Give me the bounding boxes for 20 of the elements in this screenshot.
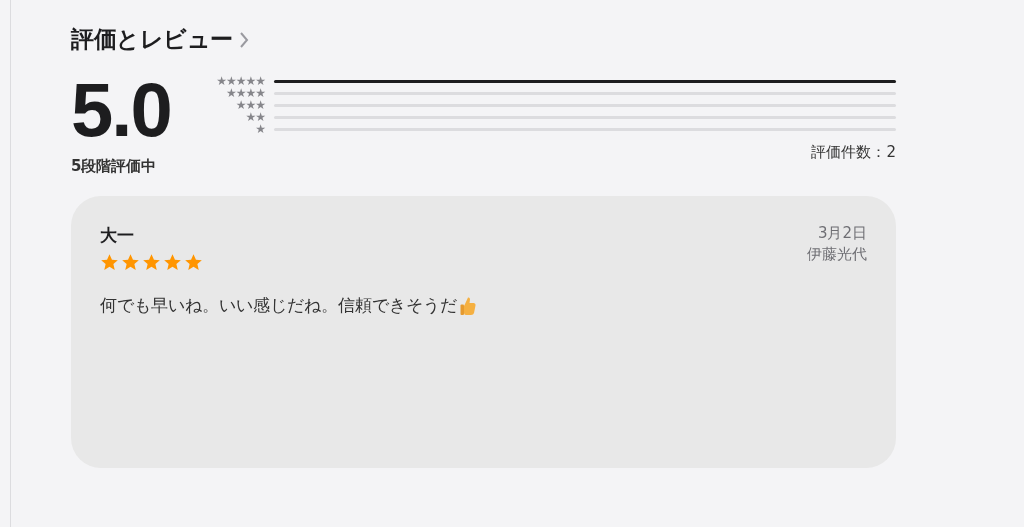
review-title: 大一 [100, 224, 135, 247]
review-author: 伊藤光代 [807, 245, 867, 264]
star-icon [121, 253, 140, 272]
scale-label: 5段階評価中 [71, 157, 158, 176]
star-level-label: ★ [255, 123, 265, 135]
review-date: 3月2日 [817, 224, 867, 243]
average-score: 5.0 [71, 75, 172, 145]
star-icon [100, 253, 119, 272]
review-text: 何でも早いね。いい感じだね。信頼できそうだ [100, 294, 457, 317]
rating-count: 評価件数：2 [811, 143, 896, 162]
star-icon [163, 253, 182, 272]
thumbs-up-icon [459, 295, 477, 316]
star-level-label: ★★★★ [225, 87, 265, 99]
star-level-label: ★★★ [235, 99, 265, 111]
star-icon [184, 253, 203, 272]
star-level-label: ★★ [245, 111, 265, 123]
star-icon [142, 253, 161, 272]
star-level-label: ★★★★★ [216, 75, 265, 87]
section-title: 評価とレビュー [71, 25, 233, 54]
chevron-right-icon[interactable] [238, 30, 249, 49]
